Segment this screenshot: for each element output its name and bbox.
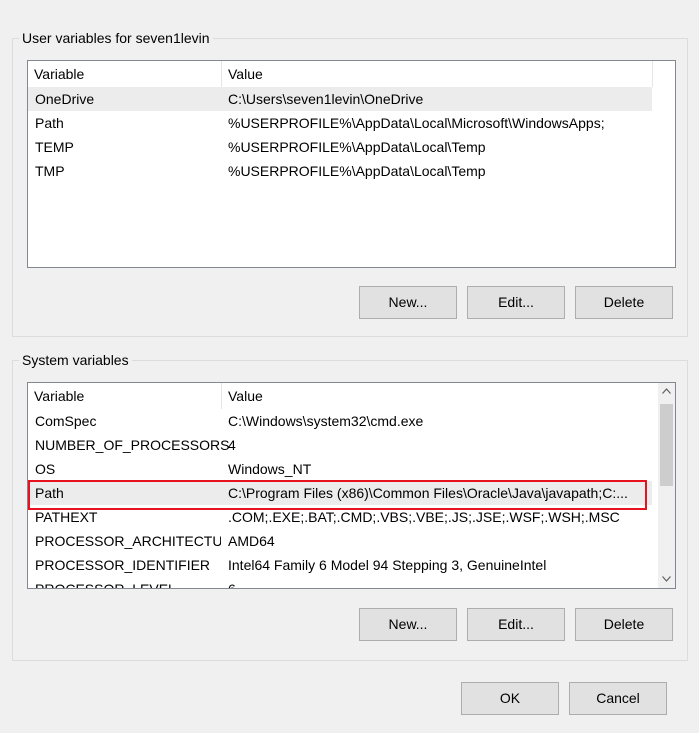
system-row-value: 6 bbox=[228, 581, 236, 589]
system-row-value: AMD64 bbox=[228, 533, 275, 549]
system-row-value: 4 bbox=[228, 437, 236, 453]
system-row[interactable]: PROCESSOR_IDENTIFIER Intel64 Family 6 Mo… bbox=[28, 553, 652, 577]
system-row[interactable]: NUMBER_OF_PROCESSORS 4 bbox=[28, 433, 652, 457]
user-delete-button[interactable]: Delete bbox=[575, 286, 673, 319]
system-row[interactable]: PATHEXT .COM;.EXE;.BAT;.CMD;.VBS;.VBE;.J… bbox=[28, 505, 652, 529]
user-row-variable: TEMP bbox=[35, 139, 74, 155]
user-row-value: C:\Users\seven1levin\OneDrive bbox=[228, 91, 424, 107]
system-variables-group: System variables Variable Value ComSpec … bbox=[12, 351, 688, 661]
user-row-variable: TMP bbox=[35, 163, 65, 179]
system-delete-button[interactable]: Delete bbox=[575, 608, 673, 641]
ok-button[interactable]: OK bbox=[461, 682, 559, 715]
system-row-variable: PROCESSOR_LEVEL bbox=[35, 581, 176, 589]
user-row-value: %USERPROFILE%\AppData\Local\Temp bbox=[228, 163, 486, 179]
user-row-value: %USERPROFILE%\AppData\Local\Microsoft\Wi… bbox=[228, 115, 605, 131]
system-row-value: C:\Windows\system32\cmd.exe bbox=[228, 413, 424, 429]
system-row-value: Windows_NT bbox=[228, 461, 312, 477]
system-row-variable: PATHEXT bbox=[35, 509, 98, 525]
system-row-variable: PROCESSOR_ARCHITECTU... bbox=[35, 533, 221, 549]
scrollbar-thumb[interactable] bbox=[660, 404, 673, 486]
system-row-variable: Path bbox=[35, 485, 64, 501]
system-row-value: C:\Program Files (x86)\Common Files\Orac… bbox=[228, 485, 628, 501]
user-col-variable[interactable]: Variable bbox=[28, 61, 221, 87]
system-new-button[interactable]: New... bbox=[359, 608, 457, 641]
chevron-down-icon[interactable] bbox=[658, 571, 675, 588]
user-variables-list[interactable]: Variable Value OneDrive C:\Users\seven1l… bbox=[27, 60, 676, 268]
user-row[interactable]: TEMP %USERPROFILE%\AppData\Local\Temp bbox=[28, 135, 652, 159]
user-list-header: Variable Value bbox=[28, 61, 658, 87]
user-row[interactable]: TMP %USERPROFILE%\AppData\Local\Temp bbox=[28, 159, 652, 183]
system-row[interactable]: OS Windows_NT bbox=[28, 457, 652, 481]
system-row-variable: OS bbox=[35, 461, 56, 477]
user-row-variable: OneDrive bbox=[35, 91, 95, 107]
system-row-variable: PROCESSOR_IDENTIFIER bbox=[35, 557, 211, 573]
system-col-variable[interactable]: Variable bbox=[28, 383, 221, 409]
system-row-value: Intel64 Family 6 Model 94 Stepping 3, Ge… bbox=[228, 557, 547, 573]
user-row-value: %USERPROFILE%\AppData\Local\Temp bbox=[228, 139, 486, 155]
user-row[interactable]: Path %USERPROFILE%\AppData\Local\Microso… bbox=[28, 111, 652, 135]
user-row-variable: Path bbox=[35, 115, 64, 131]
user-new-button[interactable]: New... bbox=[359, 286, 457, 319]
system-edit-button[interactable]: Edit... bbox=[467, 608, 565, 641]
system-row[interactable]: ComSpec C:\Windows\system32\cmd.exe bbox=[28, 409, 652, 433]
system-list-scrollbar[interactable] bbox=[658, 383, 675, 588]
user-variables-group: User variables for seven1levin Variable … bbox=[12, 29, 688, 337]
system-row-variable: NUMBER_OF_PROCESSORS bbox=[35, 437, 230, 453]
system-row[interactable]: PROCESSOR_LEVEL 6 bbox=[28, 577, 652, 589]
user-col-value[interactable]: Value bbox=[222, 61, 652, 87]
system-list-header: Variable Value bbox=[28, 383, 658, 409]
system-row[interactable]: Path C:\Program Files (x86)\Common Files… bbox=[28, 481, 652, 505]
user-list-header-gap bbox=[658, 61, 675, 87]
system-row[interactable]: PROCESSOR_ARCHITECTU... AMD64 bbox=[28, 529, 652, 553]
system-row-variable: ComSpec bbox=[35, 413, 97, 429]
system-variables-list[interactable]: Variable Value ComSpec C:\Windows\system… bbox=[27, 382, 676, 589]
user-variables-title: User variables for seven1levin bbox=[19, 29, 213, 47]
user-row[interactable]: OneDrive C:\Users\seven1levin\OneDrive bbox=[28, 87, 652, 111]
system-col-value[interactable]: Value bbox=[222, 383, 652, 409]
system-variables-title: System variables bbox=[19, 351, 132, 369]
chevron-up-icon[interactable] bbox=[658, 383, 675, 400]
cancel-button[interactable]: Cancel bbox=[569, 682, 667, 715]
user-col-separator-end[interactable] bbox=[652, 61, 653, 87]
user-edit-button[interactable]: Edit... bbox=[467, 286, 565, 319]
system-row-value: .COM;.EXE;.BAT;.CMD;.VBS;.VBE;.JS;.JSE;.… bbox=[228, 509, 620, 525]
